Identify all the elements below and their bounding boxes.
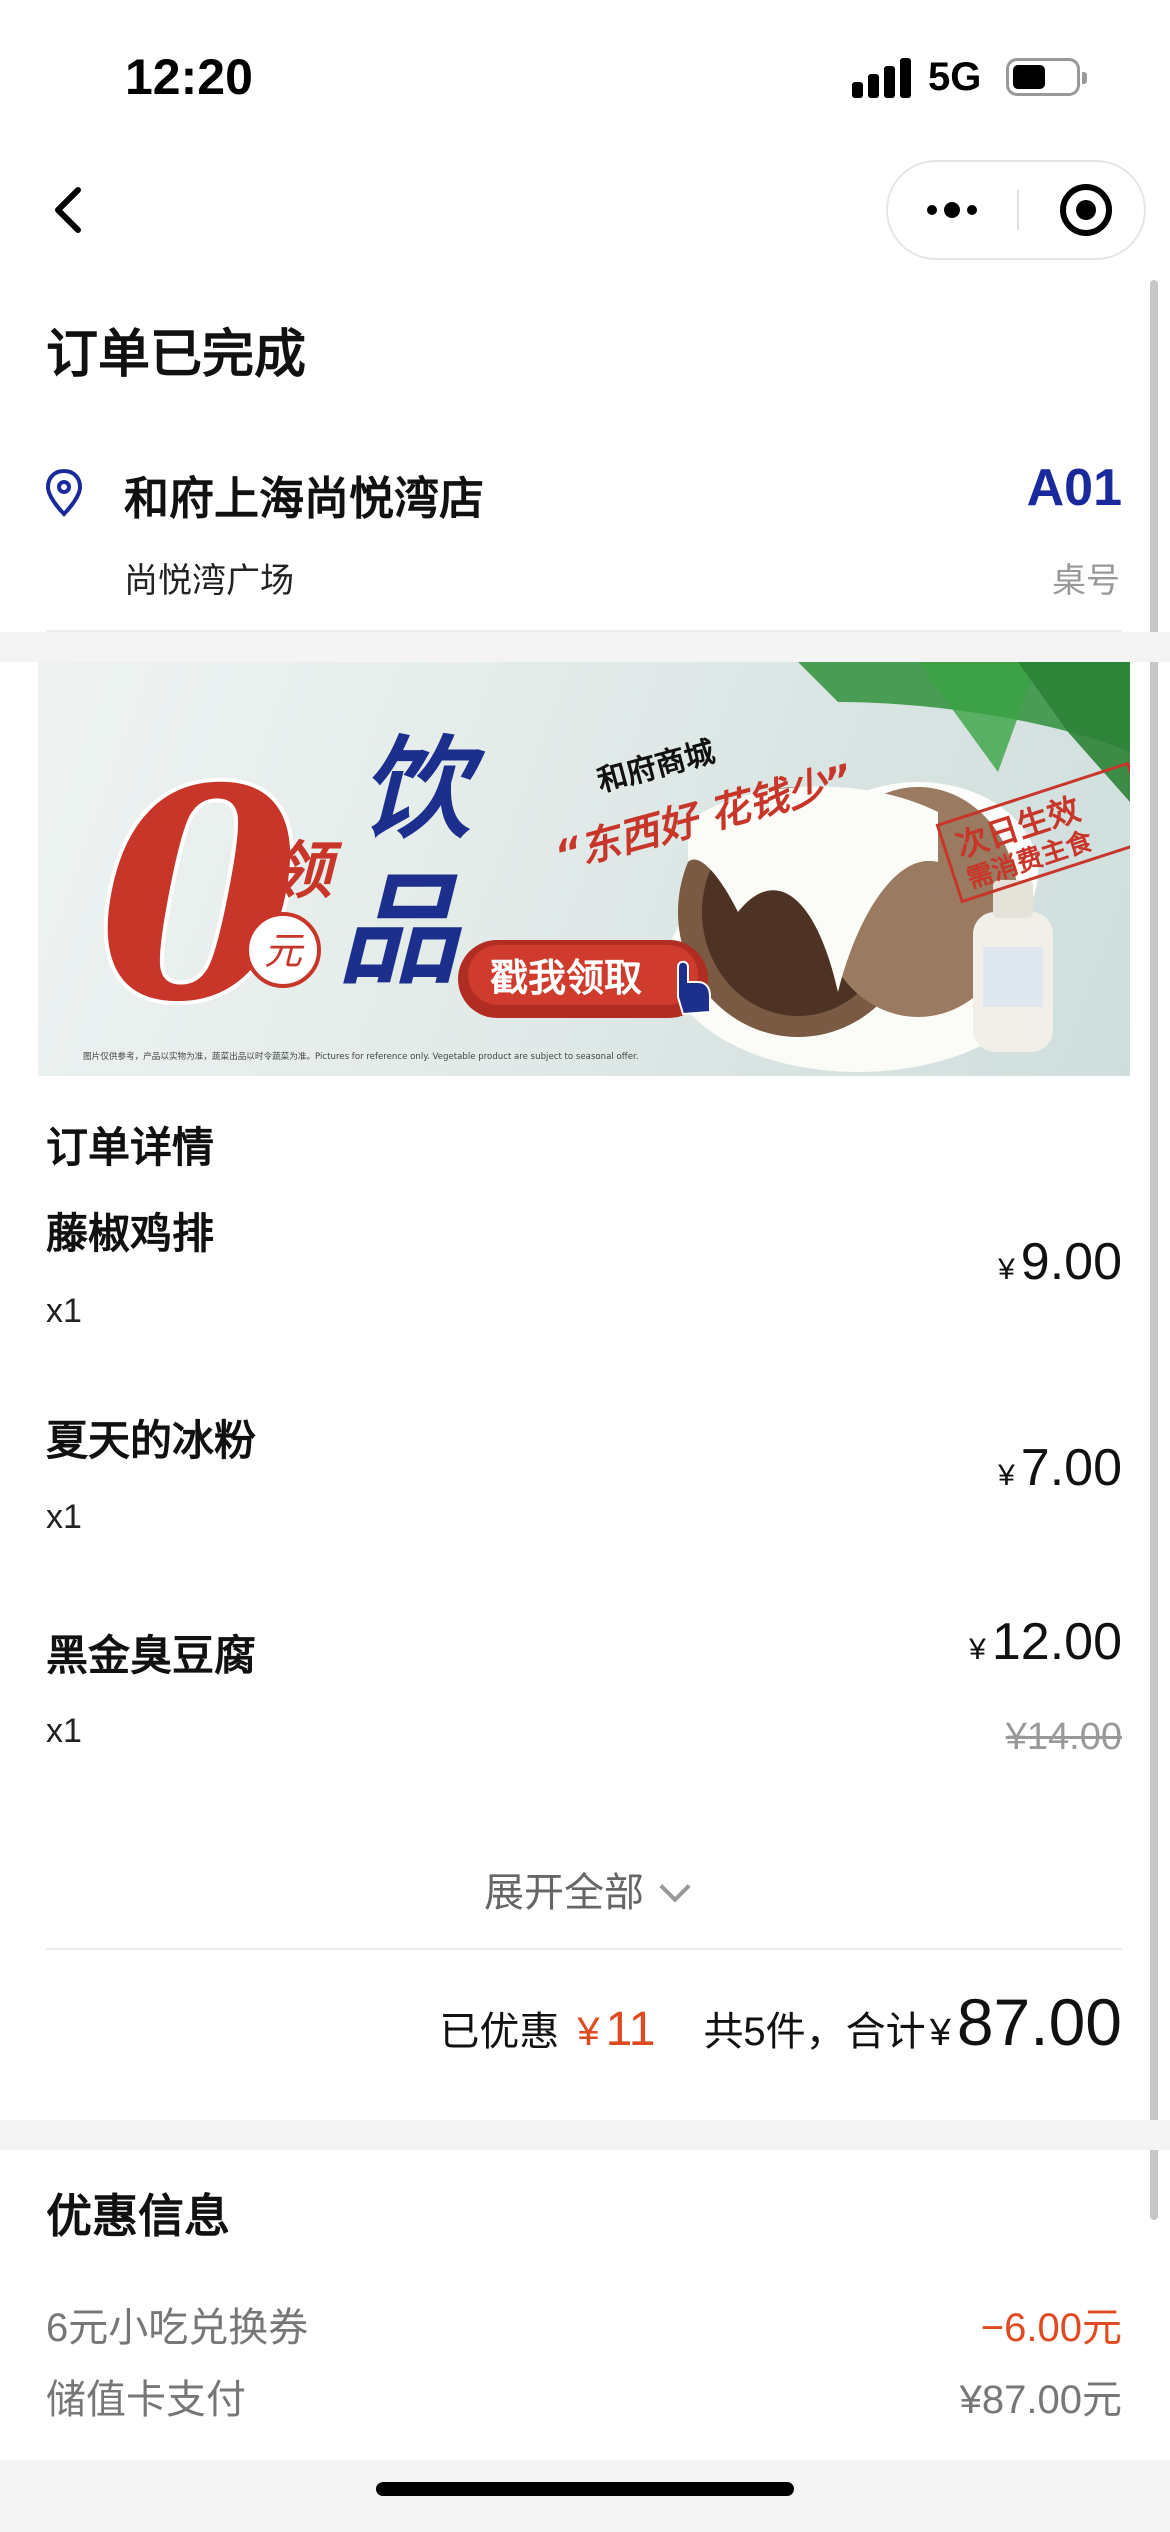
banner-disclaimer: 图片仅供参考，产品以实物为准，蔬菜出品以时令蔬菜为准。Pictures for …	[83, 1050, 638, 1062]
table-label: 桌号	[1052, 562, 1120, 600]
divider	[46, 1948, 1122, 1950]
bottom-band	[0, 2460, 1170, 2532]
order-details-title: 订单详情	[46, 1124, 215, 1171]
total-value: 87.00	[956, 1985, 1122, 2059]
discount-value: 11	[605, 2003, 656, 2056]
store-area: 尚悦湾广场	[124, 562, 294, 600]
item-qty: x1	[46, 1712, 82, 1750]
discount-label: 已优惠	[439, 2010, 560, 2054]
table-number: A01	[1026, 459, 1122, 517]
item-price-value: 7.00	[1020, 1439, 1122, 1497]
banner-ling-text: 领	[270, 834, 343, 907]
currency-symbol: ¥	[577, 2010, 600, 2054]
order-summary: 已优惠 ¥11 共5件，合计 ¥87.00	[439, 1984, 1122, 2060]
promo-value: ¥87.00元	[959, 2378, 1122, 2422]
battery-icon	[1006, 58, 1087, 96]
mini-program-capsule	[886, 160, 1146, 260]
banner-drink-1: 饮	[360, 724, 486, 853]
more-button[interactable]	[888, 162, 1016, 258]
promotions-title: 优惠信息	[46, 2190, 230, 2242]
item-qty: x1	[46, 1498, 82, 1536]
scrollbar[interactable]	[1150, 280, 1158, 2220]
nav-bar	[0, 150, 1170, 270]
section-gap	[0, 2120, 1170, 2150]
total-amount: ¥87.00	[930, 1984, 1122, 2060]
item-price-value: 12.00	[991, 1613, 1122, 1671]
currency-symbol: ¥	[969, 1633, 986, 1666]
item-count-label: 共5件，合计	[703, 2010, 926, 2054]
chevron-down-icon	[659, 1871, 691, 1903]
banner-drink-2: 品	[338, 860, 463, 1001]
currency-symbol: ¥	[998, 1253, 1015, 1286]
home-indicator[interactable]	[376, 2482, 794, 2496]
banner-yuan-text: 元	[264, 929, 305, 973]
capsule-divider	[1017, 190, 1019, 230]
original-price: ¥14.00	[1005, 1716, 1122, 1758]
currency-symbol: ¥	[998, 1459, 1015, 1492]
item-name: 夏天的冰粉	[46, 1417, 257, 1464]
order-status-title: 订单已完成	[46, 326, 307, 384]
expand-all-button[interactable]: 展开全部	[0, 1860, 1170, 1918]
promo-label: 6元小吃兑换券	[46, 2306, 309, 2350]
item-price: ¥7.00	[998, 1438, 1122, 1498]
banner-cta: 戳我领取	[490, 956, 642, 1000]
expand-all-label: 展开全部	[484, 1871, 644, 1915]
item-name: 黑金臭豆腐	[46, 1632, 257, 1679]
item-price: ¥9.00	[998, 1232, 1122, 1292]
signal-icon	[852, 58, 912, 98]
banner-brand: 和府商城	[594, 735, 719, 800]
network-label: 5G	[928, 55, 982, 99]
item-price: ¥12.00	[969, 1612, 1122, 1672]
item-price-value: 9.00	[1020, 1233, 1122, 1291]
section-gap	[0, 632, 1170, 662]
currency-symbol: ¥	[929, 2012, 951, 2054]
promo-banner[interactable]: 0 元 领 饮 品 和府商城 “东西好 花钱少” 次日生效 需消费主食 戳我领取…	[38, 662, 1130, 1076]
chevron-left-icon	[55, 187, 81, 233]
promo-label: 储值卡支付	[46, 2378, 246, 2422]
store-name: 和府上海尚悦湾店	[124, 473, 485, 524]
item-name: 藤椒鸡排	[46, 1210, 215, 1257]
status-bar: 12:20 5G	[0, 0, 1170, 150]
promo-value: −6.00元	[980, 2306, 1122, 2350]
status-time: 12:20	[125, 49, 253, 105]
discount-amount: ¥11	[577, 2002, 655, 2057]
item-qty: x1	[46, 1292, 82, 1330]
location-pin-icon	[45, 468, 83, 517]
banner-artwork: 0 元 领 饮 品 和府商城 “东西好 花钱少” 次日生效 需消费主食 戳我领取…	[83, 662, 1130, 1072]
back-button[interactable]	[36, 170, 116, 250]
close-button[interactable]	[1060, 184, 1112, 236]
